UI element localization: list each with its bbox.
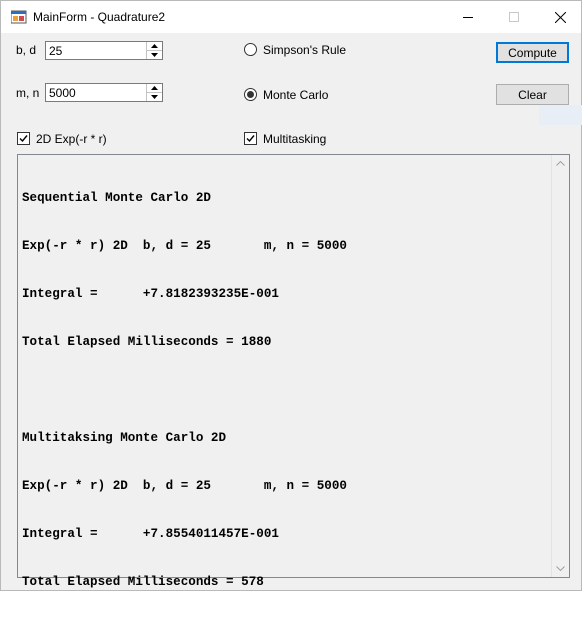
output-line: Total Elapsed Milliseconds = 1880 [22,335,272,349]
mn-up-button[interactable] [147,84,162,93]
app-icon [11,10,27,24]
chevron-up-icon [556,161,565,166]
mn-down-button[interactable] [147,93,162,101]
minimize-button[interactable] [445,1,491,33]
maximize-icon [509,12,519,22]
monte-carlo-label[interactable]: Monte Carlo [263,88,328,102]
monte-carlo-radio[interactable] [244,88,257,101]
vertical-scrollbar[interactable] [551,155,569,577]
bd-value[interactable]: 25 [49,44,62,58]
bd-down-button[interactable] [147,51,162,59]
output-line: ​ [22,382,347,398]
main-window: MainForm - Quadrature2 b, d 25 m, n 5000 [0,0,582,591]
mn-value[interactable]: 5000 [49,86,76,100]
mn-stepper[interactable]: 5000 [45,83,163,102]
output-line: Integral = +7.8554011457E-001 [22,527,279,541]
minimize-icon [463,17,473,18]
bd-label: b, d [16,43,37,57]
mn-label: m, n [16,86,40,100]
output-line: Exp(-r * r) 2D b, d = 25 m, n = 5000 [22,239,347,253]
radio-selected-dot [247,91,254,98]
window-title: MainForm - Quadrature2 [33,10,166,24]
arrow-up-icon [151,86,158,90]
scroll-down-button[interactable] [552,560,569,577]
chevron-down-icon [556,566,565,571]
output-line: Multitaksing Monte Carlo 2D [22,431,227,445]
arrow-down-icon [151,95,158,99]
close-button[interactable] [537,1,582,33]
close-icon [554,11,566,23]
simpson-radio[interactable] [244,43,257,56]
clear-button[interactable]: Clear [496,84,569,105]
bd-up-button[interactable] [147,42,162,51]
background-artifact [539,105,582,125]
compute-button[interactable]: Compute [496,42,569,63]
output-line: Sequential Monte Carlo 2D [22,191,211,205]
exp2d-label[interactable]: 2D Exp(-r * r) [36,132,107,146]
checkmark-icon [19,135,28,143]
bd-stepper[interactable]: 25 [45,41,163,60]
title-bar[interactable]: MainForm - Quadrature2 [1,1,581,33]
multitasking-checkbox[interactable] [244,132,257,145]
arrow-up-icon [151,44,158,48]
output-textbox[interactable]: Sequential Monte Carlo 2D Exp(-r * r) 2D… [17,154,570,589]
multitasking-label[interactable]: Multitasking [263,132,326,146]
checkmark-icon [246,135,255,143]
maximize-button[interactable] [491,1,537,33]
output-line: Exp(-r * r) 2D b, d = 25 m, n = 5000 [22,479,347,493]
exp2d-checkbox[interactable] [17,132,30,145]
arrow-down-icon [151,53,158,57]
output-line: Total Elapsed Milliseconds = 578 [22,575,264,589]
output-line: Integral = +7.8182393235E-001 [22,287,279,301]
output-text[interactable]: Sequential Monte Carlo 2D Exp(-r * r) 2D… [22,158,347,622]
scroll-up-button[interactable] [552,155,569,172]
simpson-label[interactable]: Simpson's Rule [263,43,346,57]
